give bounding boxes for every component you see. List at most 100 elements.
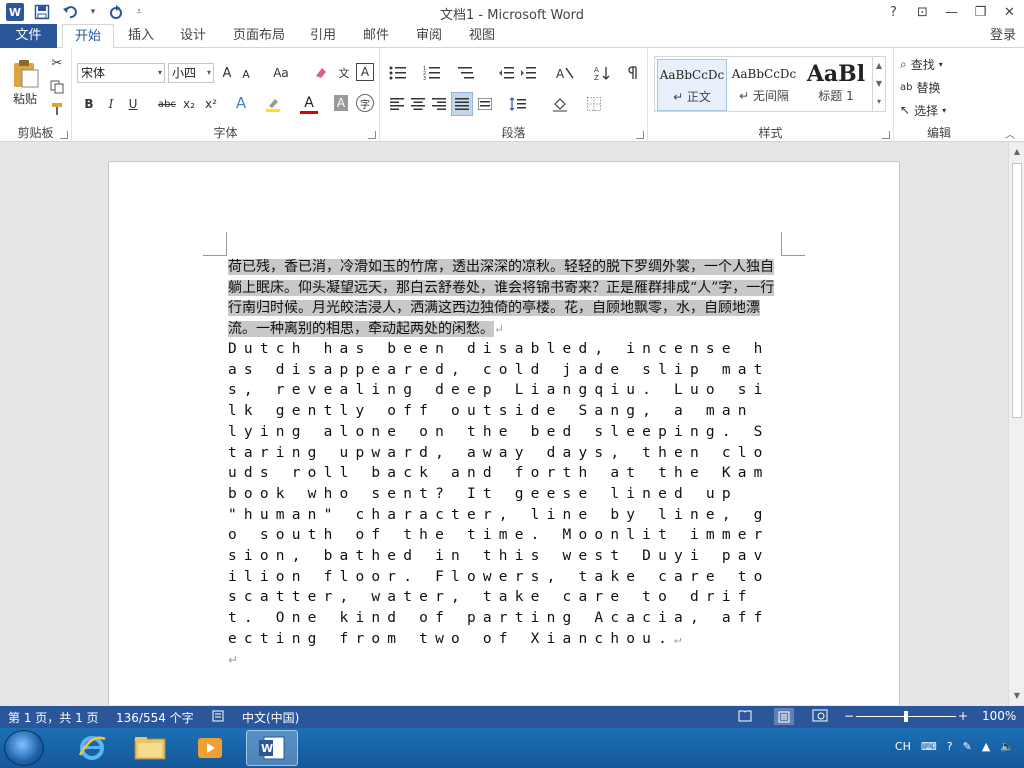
paste-button[interactable]: 粘贴: [8, 54, 42, 110]
tab-insert[interactable]: 插入: [120, 24, 162, 48]
language-indicator[interactable]: 中文(中国): [242, 709, 299, 726]
bullets-icon[interactable]: [386, 63, 410, 83]
show-hidden-icons-icon[interactable]: ▲: [982, 740, 990, 753]
print-layout-icon[interactable]: [774, 708, 794, 725]
align-left-icon[interactable]: [388, 94, 406, 114]
clear-formatting-icon[interactable]: [312, 63, 330, 83]
help-icon[interactable]: ?: [947, 740, 953, 753]
styles-launcher-icon[interactable]: [882, 131, 890, 139]
tab-review[interactable]: 审阅: [408, 24, 450, 48]
select-button[interactable]: ↖ 选择 ▾: [900, 100, 970, 120]
strikethrough-button[interactable]: abc: [156, 94, 178, 114]
scrollbar-thumb[interactable]: [1012, 163, 1022, 418]
character-border-button[interactable]: A: [356, 63, 374, 81]
zoom-slider-thumb[interactable]: [904, 711, 908, 722]
multilevel-list-icon[interactable]: [454, 63, 478, 83]
underline-button[interactable]: U: [124, 94, 142, 114]
line-spacing-icon[interactable]: [506, 94, 530, 114]
text-effects-button[interactable]: A: [232, 93, 250, 113]
style-no-spacing[interactable]: AaBbCcDc ↵ 无间隔: [729, 59, 799, 111]
document-body[interactable]: 荷已残，香已消，冷滑如玉的竹席，透出深深的凉秋。轻轻的脱下罗绸外裳，一个人独自躺…: [228, 257, 784, 670]
highlight-icon[interactable]: [264, 94, 282, 114]
tab-mailings[interactable]: 邮件: [355, 24, 397, 48]
styles-gallery-scroll[interactable]: ▲ ▼ ▾: [872, 57, 885, 111]
font-name-combo[interactable]: 宋体 ▾: [77, 63, 165, 83]
shrink-font-button[interactable]: A: [239, 65, 253, 83]
english-text[interactable]: Dutch has been disabled, incense has dis…: [228, 341, 770, 647]
word-icon[interactable]: W: [246, 730, 298, 766]
keyboard-icon[interactable]: ⌨: [921, 740, 937, 753]
font-launcher-icon[interactable]: [368, 131, 376, 139]
login-link[interactable]: 登录: [990, 24, 1024, 48]
chevron-down-icon[interactable]: ▼: [873, 75, 885, 93]
font-size-combo[interactable]: 小四 ▾: [168, 63, 214, 83]
empty-paragraph[interactable]: ↵: [228, 650, 784, 670]
tab-view[interactable]: 视图: [461, 24, 503, 48]
chinese-layout-icon[interactable]: A: [552, 63, 578, 83]
document-page[interactable]: 荷已残，香已消，冷滑如玉的竹席，透出深深的凉秋。轻轻的脱下罗绸外裳，一个人独自躺…: [108, 161, 900, 705]
explorer-icon[interactable]: [124, 730, 176, 766]
ie-icon[interactable]: [66, 730, 118, 766]
sort-icon[interactable]: AZ: [592, 63, 612, 83]
chinese-paragraph[interactable]: 荷已残，香已消，冷滑如玉的竹席，透出深深的凉秋。轻轻的脱下罗绸外裳，一个人独自躺…: [228, 257, 784, 339]
enclose-characters-button[interactable]: 字: [356, 94, 374, 112]
media-player-icon[interactable]: [184, 730, 236, 766]
numbering-icon[interactable]: 123: [420, 63, 444, 83]
zoom-out-button[interactable]: −: [844, 709, 854, 723]
align-center-icon[interactable]: [409, 94, 427, 114]
tab-design[interactable]: 设计: [172, 24, 214, 48]
character-shading-button[interactable]: A: [334, 95, 348, 111]
english-paragraph[interactable]: Dutch has been disabled, incense has dis…: [228, 339, 784, 650]
align-right-icon[interactable]: [430, 94, 448, 114]
zoom-level[interactable]: 100%: [982, 709, 1016, 723]
tab-file[interactable]: 文件: [0, 24, 57, 48]
decrease-indent-icon[interactable]: [496, 63, 516, 83]
tab-page-layout[interactable]: 页面布局: [228, 24, 290, 48]
shading-icon[interactable]: [548, 94, 572, 114]
proofing-icon[interactable]: [212, 709, 226, 726]
more-styles-icon[interactable]: ▾: [873, 93, 885, 111]
volume-icon[interactable]: 🔈: [1000, 740, 1014, 753]
style-normal[interactable]: AaBbCcDc ↵ 正文: [657, 59, 727, 111]
subscript-button[interactable]: x₂: [180, 94, 198, 114]
change-case-button[interactable]: Aa: [268, 63, 294, 83]
scroll-down-icon[interactable]: ▼: [1009, 689, 1024, 703]
show-marks-icon[interactable]: [624, 63, 642, 83]
cut-icon[interactable]: ✂: [48, 54, 66, 72]
pen-icon[interactable]: ✎: [963, 740, 972, 753]
zoom-in-button[interactable]: +: [958, 709, 968, 723]
ime-indicator[interactable]: CH: [895, 740, 911, 753]
start-button[interactable]: [4, 730, 44, 766]
format-painter-icon[interactable]: [48, 100, 66, 118]
restore-button[interactable]: ❐: [966, 0, 995, 24]
grow-font-button[interactable]: A: [219, 63, 235, 83]
paragraph-launcher-icon[interactable]: [636, 131, 644, 139]
minimize-button[interactable]: —: [937, 0, 966, 24]
style-heading-1[interactable]: AaBl 标题 1: [801, 59, 871, 111]
bold-button[interactable]: B: [80, 94, 98, 114]
close-button[interactable]: ✕: [995, 0, 1024, 24]
help-button[interactable]: ?: [879, 0, 908, 24]
borders-icon[interactable]: [582, 94, 606, 114]
font-color-button[interactable]: A: [300, 94, 318, 114]
replace-button[interactable]: ab 替换: [900, 77, 970, 97]
distributed-icon[interactable]: [476, 94, 494, 114]
vertical-scrollbar[interactable]: ▲ ▼: [1008, 143, 1024, 705]
chevron-up-icon[interactable]: ▲: [873, 57, 885, 75]
increase-indent-icon[interactable]: [518, 63, 538, 83]
find-button[interactable]: ⌕ 查找 ▾: [900, 54, 970, 74]
collapse-ribbon-icon[interactable]: ︿: [1002, 126, 1018, 141]
superscript-button[interactable]: x²: [202, 94, 220, 114]
phonetic-guide-button[interactable]: 文: [335, 63, 353, 83]
ribbon-display-options-button[interactable]: ⊡: [908, 0, 937, 24]
read-mode-icon[interactable]: [738, 709, 752, 725]
word-count[interactable]: 136/554 个字: [116, 709, 194, 726]
web-layout-icon[interactable]: [812, 709, 828, 725]
clipboard-launcher-icon[interactable]: [60, 131, 68, 139]
scroll-up-icon[interactable]: ▲: [1009, 145, 1024, 159]
tab-references[interactable]: 引用: [302, 24, 344, 48]
page-count[interactable]: 第 1 页，共 1 页: [8, 709, 99, 726]
justify-icon[interactable]: [451, 92, 473, 116]
italic-button[interactable]: I: [102, 94, 120, 114]
copy-icon[interactable]: [48, 78, 66, 96]
